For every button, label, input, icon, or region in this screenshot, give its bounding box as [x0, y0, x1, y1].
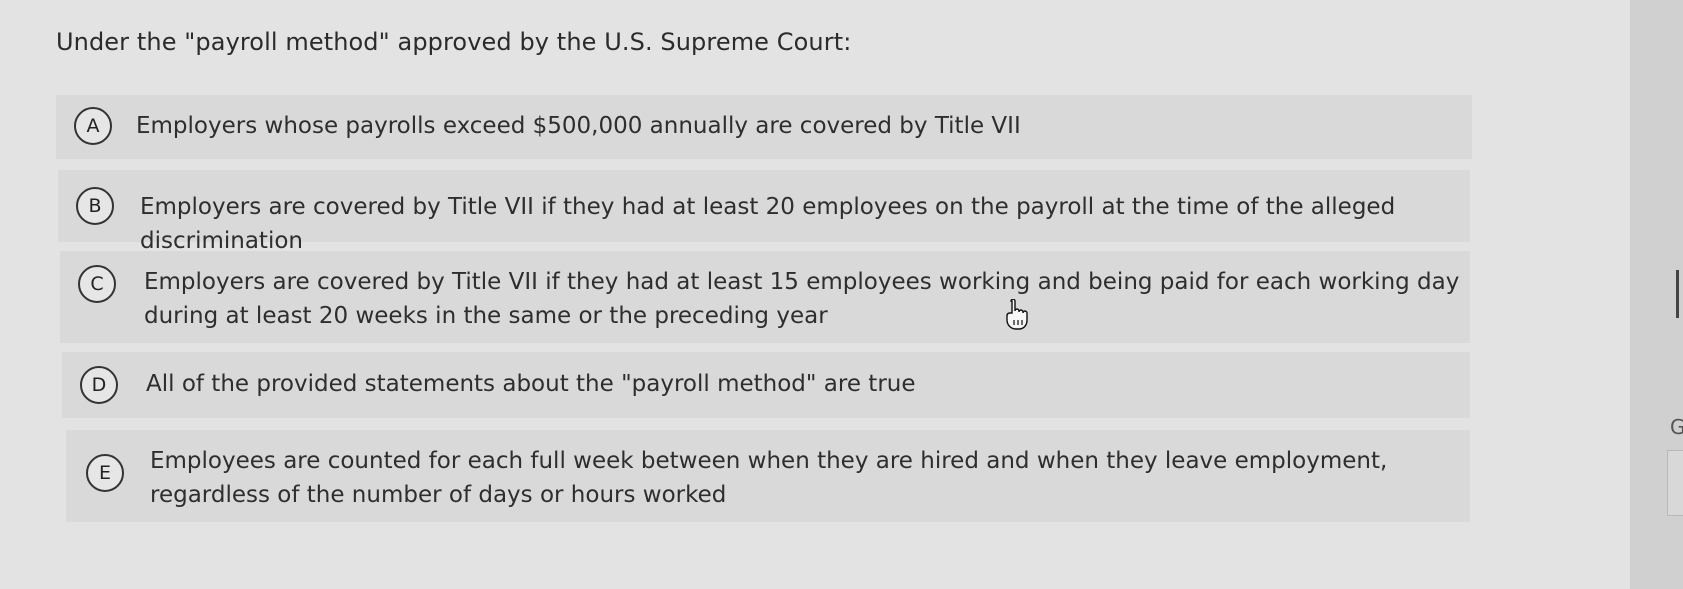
option-b-badge[interactable]: B — [76, 187, 114, 225]
option-b-text: Employers are covered by Title VII if th… — [140, 194, 1396, 254]
side-letter: G — [1670, 415, 1683, 439]
question-panel: Under the "payroll method" approved by t… — [0, 0, 1630, 589]
option-d-text: All of the provided statements about the… — [146, 371, 916, 397]
option-b[interactable]: B Employers are covered by Title VII if … — [58, 170, 1470, 254]
option-a-badge[interactable]: A — [74, 107, 112, 145]
question-text: Under the "payroll method" approved by t… — [56, 28, 852, 56]
option-a-text: Employers whose payrolls exceed $500,000… — [136, 113, 1021, 139]
side-box — [1667, 450, 1683, 516]
option-c-text: Employers are covered by Title VII if th… — [144, 269, 1460, 329]
scroll-indicator — [1676, 270, 1679, 318]
option-a[interactable]: A Employers whose payrolls exceed $500,0… — [56, 95, 1472, 159]
hand-cursor-icon — [1006, 299, 1028, 330]
option-c[interactable]: C Employers are covered by Title VII if … — [60, 251, 1470, 343]
option-d[interactable]: D All of the provided statements about t… — [62, 352, 1470, 418]
option-c-badge[interactable]: C — [78, 265, 116, 303]
option-e[interactable]: E Employees are counted for each full we… — [66, 430, 1470, 522]
option-d-badge[interactable]: D — [80, 366, 118, 404]
option-e-badge[interactable]: E — [86, 454, 124, 492]
option-e-text: Employees are counted for each full week… — [150, 448, 1388, 508]
